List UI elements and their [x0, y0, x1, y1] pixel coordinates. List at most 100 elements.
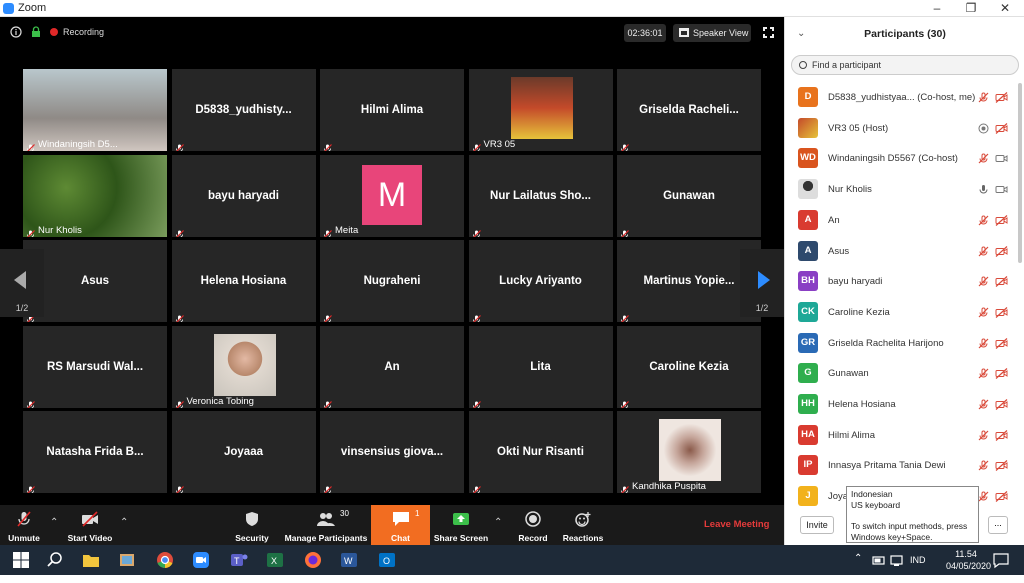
lock-icon[interactable]: [30, 26, 42, 38]
mic-muted-icon[interactable]: [978, 92, 989, 103]
next-page-button[interactable]: 1/2: [740, 249, 784, 317]
participant-row[interactable]: CK Caroline Kezia: [785, 298, 1017, 328]
collapse-chevron-icon[interactable]: ⌄: [797, 17, 805, 51]
video-off-icon[interactable]: [995, 245, 1008, 257]
input-language[interactable]: IND: [910, 545, 926, 575]
participant-tile[interactable]: Lita: [468, 325, 613, 408]
mic-muted-icon[interactable]: [978, 338, 989, 349]
photos-icon[interactable]: [118, 551, 136, 569]
chrome-icon[interactable]: [156, 551, 174, 569]
participant-row[interactable]: HH Helena Hosiana: [785, 390, 1017, 420]
participant-tile[interactable]: M Meita: [320, 154, 464, 237]
security-button[interactable]: Security: [230, 505, 274, 545]
participant-tile[interactable]: Kandhika Puspita: [617, 411, 761, 493]
maximize-icon[interactable]: ❐: [954, 0, 988, 17]
video-off-icon[interactable]: [995, 214, 1008, 226]
tray-chevron-icon[interactable]: ⌃: [854, 553, 862, 583]
system-clock[interactable]: 11.54 04/05/2020: [946, 548, 991, 578]
video-icon[interactable]: [995, 184, 1008, 195]
participant-tile[interactable]: Okti Nur Risanti: [468, 411, 613, 493]
video-off-icon[interactable]: [995, 368, 1008, 380]
participant-tile[interactable]: Nur Kholis: [23, 154, 167, 237]
participant-row[interactable]: A Asus: [785, 237, 1017, 267]
reactions-button[interactable]: Reactions: [560, 505, 606, 545]
participant-tile[interactable]: Joyaaa: [171, 411, 316, 493]
video-off-icon[interactable]: [995, 276, 1008, 288]
invite-button[interactable]: Invite: [800, 516, 834, 534]
share-screen-button[interactable]: Share Screen: [432, 505, 490, 545]
participant-tile[interactable]: Natasha Frida B...: [23, 411, 167, 493]
mic-muted-icon[interactable]: [978, 368, 989, 379]
chat-button[interactable]: 1 Chat: [371, 505, 430, 545]
participant-tile[interactable]: Veronica Tobing: [171, 325, 316, 408]
participant-row[interactable]: HA Hilmi Alima: [785, 421, 1017, 451]
participant-row[interactable]: WD Windaningsih D5567 (Co-host): [785, 144, 1017, 174]
mic-muted-icon[interactable]: [978, 460, 989, 471]
participant-tile[interactable]: Helena Hosiana: [171, 240, 316, 322]
video-off-icon[interactable]: [995, 92, 1008, 103]
participant-row[interactable]: BH bayu haryadi: [785, 267, 1017, 297]
video-off-icon[interactable]: [995, 460, 1008, 472]
manage-participants-button[interactable]: 30 Manage Participants: [284, 505, 368, 545]
speaker-view-button[interactable]: Speaker View: [673, 24, 751, 42]
prev-page-button[interactable]: 1/2: [0, 249, 44, 317]
start-video-button[interactable]: Start Video: [62, 505, 118, 545]
video-off-icon[interactable]: [995, 337, 1008, 349]
mic-muted-icon[interactable]: [978, 399, 989, 410]
mic-muted-icon[interactable]: [978, 491, 989, 502]
video-off-icon[interactable]: [995, 122, 1008, 134]
participant-tile[interactable]: Lucky Ariyanto: [468, 240, 613, 322]
video-options-chevron-icon[interactable]: ⌃: [120, 517, 128, 528]
participant-row[interactable]: A An: [785, 206, 1017, 236]
mic-icon[interactable]: [978, 184, 989, 195]
info-icon[interactable]: [10, 26, 22, 38]
mic-muted-icon[interactable]: [978, 246, 989, 257]
leave-meeting-button[interactable]: Leave Meeting: [704, 519, 769, 530]
participant-tile[interactable]: RS Marsudi Wal...: [23, 325, 167, 408]
notifications-icon[interactable]: [992, 551, 1010, 569]
video-off-icon[interactable]: [995, 306, 1008, 318]
participant-tile[interactable]: VR3 05: [468, 69, 613, 151]
participant-tile[interactable]: bayu haryadi: [171, 154, 316, 237]
unmute-button[interactable]: Unmute: [0, 505, 48, 545]
more-options-button[interactable]: ...: [988, 516, 1008, 534]
teams-icon[interactable]: T: [230, 551, 248, 569]
mic-muted-icon[interactable]: [978, 153, 989, 164]
participant-tile[interactable]: D5838_yudhisty...: [171, 69, 316, 151]
participant-tile[interactable]: Gunawan: [617, 154, 761, 237]
zoom-app-icon[interactable]: [192, 551, 210, 569]
firefox-icon[interactable]: [304, 551, 322, 569]
participant-tile[interactable]: An: [320, 325, 464, 408]
participant-list-scrollbar[interactable]: [1018, 83, 1022, 263]
minimize-icon[interactable]: –: [920, 0, 954, 17]
record-button[interactable]: Record: [510, 505, 556, 545]
participant-tile[interactable]: vinsensius giova...: [320, 411, 464, 493]
fullscreen-icon[interactable]: [762, 26, 775, 39]
participant-row[interactable]: Nur Kholis: [785, 175, 1017, 205]
mic-muted-icon[interactable]: [978, 276, 989, 287]
video-off-icon[interactable]: [995, 399, 1008, 410]
network-icon[interactable]: [890, 551, 904, 569]
participant-row[interactable]: VR3 05 (Host): [785, 114, 1017, 144]
share-options-chevron-icon[interactable]: ⌃: [494, 517, 502, 528]
participant-row[interactable]: IP Innasya Pritama Tania Dewi: [785, 451, 1017, 481]
participant-row[interactable]: GR Griselda Rachelita Harijono: [785, 329, 1017, 359]
participant-tile[interactable]: Nugraheni: [320, 240, 464, 322]
windows-start-icon[interactable]: [12, 551, 30, 569]
participant-tile[interactable]: Nur Lailatus Sho...: [468, 154, 613, 237]
search-icon[interactable]: [46, 551, 64, 569]
video-icon[interactable]: [995, 153, 1008, 164]
word-icon[interactable]: W: [340, 551, 358, 569]
mic-muted-icon[interactable]: [978, 430, 989, 441]
battery-icon[interactable]: [872, 551, 886, 569]
participant-tile[interactable]: Asus: [23, 240, 167, 322]
participant-tile[interactable]: Caroline Kezia: [617, 325, 761, 408]
close-icon[interactable]: ✕: [988, 0, 1022, 17]
video-off-icon[interactable]: [995, 429, 1008, 441]
mic-muted-icon[interactable]: [978, 215, 989, 226]
video-off-icon[interactable]: [995, 491, 1008, 503]
outlook-icon[interactable]: O: [378, 551, 396, 569]
participant-tile[interactable]: Hilmi Alima: [320, 69, 464, 151]
record-icon[interactable]: [978, 123, 989, 134]
mic-muted-icon[interactable]: [978, 307, 989, 318]
